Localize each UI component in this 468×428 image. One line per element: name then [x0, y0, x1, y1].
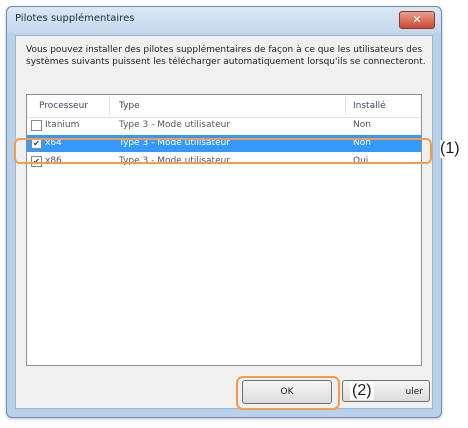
installed-cell: Non [353, 120, 371, 130]
callout-1: (1) [440, 140, 460, 158]
window-title: Pilotes supplémentaires [15, 13, 135, 24]
row-highlight-frame [14, 138, 432, 164]
column-header-type[interactable]: Type [119, 101, 140, 111]
title-bar: Pilotes supplémentaires ✕ [7, 7, 441, 33]
callout-2: (2) [350, 382, 374, 400]
list-header: Processeur Type Installé [27, 95, 421, 118]
driver-list[interactable]: Processeur Type Installé Itanium Type 3 … [26, 94, 422, 366]
close-button[interactable]: ✕ [399, 11, 435, 29]
table-row[interactable]: Itanium Type 3 - Mode utilisateur Non [27, 117, 421, 134]
description-text: Vous pouvez installer des pilotes supplé… [26, 45, 426, 67]
type-cell: Type 3 - Mode utilisateur [119, 120, 231, 130]
ok-highlight-frame [236, 376, 340, 410]
row-checkbox[interactable] [31, 120, 42, 131]
processor-cell: Itanium [45, 120, 80, 130]
column-header-installed[interactable]: Installé [353, 101, 386, 111]
column-header-processor[interactable]: Processeur [39, 101, 88, 111]
column-divider [109, 97, 110, 115]
column-divider [345, 97, 346, 115]
close-icon: ✕ [412, 13, 422, 26]
dialog-body: Vous pouvez installer des pilotes supplé… [15, 35, 433, 409]
dialog-window: Pilotes supplémentaires ✕ Vous pouvez in… [6, 6, 442, 418]
